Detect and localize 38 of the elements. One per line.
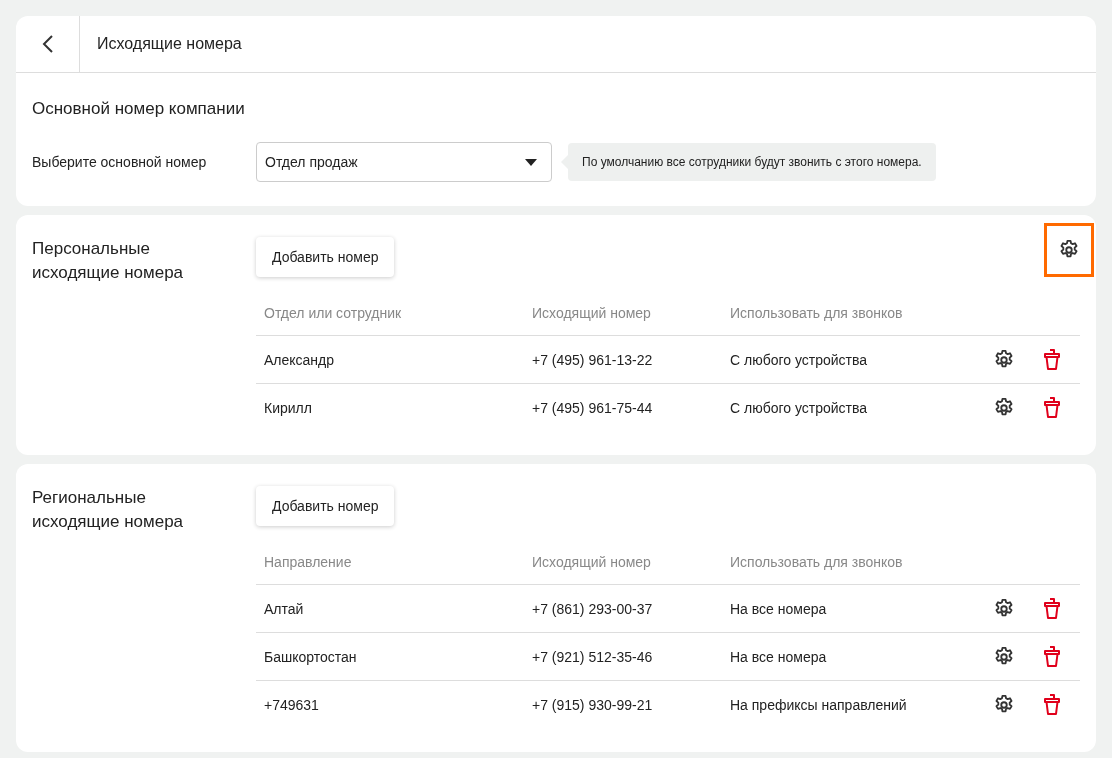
- table-cell: +7 (915) 930-99-21: [524, 680, 722, 728]
- table-cell: На все номера: [722, 584, 955, 633]
- column-header: Направление: [256, 540, 524, 585]
- table-cell: Александр: [256, 335, 524, 384]
- table-cell: На все номера: [722, 632, 955, 681]
- table-cell: +7 (495) 961-75-44: [524, 383, 722, 431]
- table-cell: Башкортостан: [256, 632, 524, 681]
- column-header: Исходящий номер: [524, 291, 722, 336]
- page-title: Исходящие номера: [96, 35, 242, 53]
- add-number-button[interactable]: Добавить номер: [256, 237, 395, 277]
- table-cell: С любого устройства: [722, 335, 953, 384]
- delete-icon: [1043, 693, 1061, 716]
- back-icon: [41, 34, 54, 54]
- table-cell: С любого устройства: [722, 383, 953, 431]
- table-cell: +749631: [256, 680, 524, 728]
- table-cell: На префиксы направлений: [722, 680, 955, 728]
- caret-icon: [525, 158, 537, 166]
- main-number-dropdown[interactable]: Отдел продаж: [256, 142, 552, 182]
- table-cell: +7 (861) 293-00-37: [524, 584, 722, 633]
- section-settings-button[interactable]: [1044, 223, 1094, 277]
- column-header: Отдел или сотрудник: [256, 291, 524, 336]
- delete-icon: [1043, 597, 1061, 620]
- table-cell: Алтай: [256, 584, 524, 633]
- delete-icon: [1043, 396, 1061, 419]
- delete-icon: [1043, 645, 1061, 668]
- table-cell: +7 (921) 512-35-46: [524, 632, 722, 681]
- field-label: Выберите основной номер: [32, 154, 208, 170]
- section-title: Основной номер компании: [32, 99, 246, 119]
- section-title: Региональные исходящие номера: [32, 487, 185, 533]
- table-cell: +7 (495) 961-13-22: [524, 335, 722, 384]
- delete-icon: [1043, 348, 1061, 371]
- column-header: Исходящий номер: [524, 540, 722, 585]
- section-title: Персональные исходящие номера: [32, 238, 185, 284]
- hint-tooltip: По умолчанию все сотрудники будут звонить с этого номера.: [568, 143, 936, 181]
- column-header: Использовать для звонков: [722, 540, 955, 585]
- add-number-button[interactable]: Добавить номер: [256, 486, 395, 526]
- column-header: Использовать для звонков: [722, 291, 953, 336]
- table-cell: Кирилл: [256, 383, 524, 431]
